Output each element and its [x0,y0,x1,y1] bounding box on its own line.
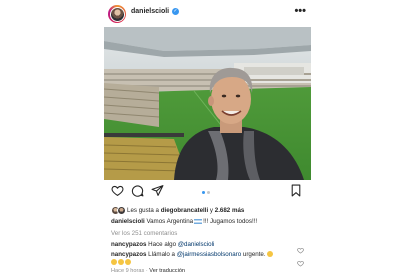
laughing-emoji-icon [118,259,124,265]
laughing-emoji-icon [111,259,117,265]
stadium-selfie-image [104,27,311,180]
post-photo[interactable] [104,27,311,180]
verified-badge-icon: ✓ [172,8,179,15]
caption-username[interactable]: danielscioli [111,218,145,225]
likes-prefix: Les gusta a [127,207,159,214]
caption: danielscioli Vamos Argentina !!! Jugamos … [111,218,257,225]
view-comments-link[interactable]: Ver los 251 comentarios [111,230,177,237]
carousel-dot-active[interactable] [202,191,205,194]
caption-text: Vamos Argentina [146,218,194,225]
comment-mention[interactable]: @jairmessiasbolsonaro [177,251,241,258]
liker-avatar[interactable] [117,206,126,215]
comment-icon[interactable] [131,184,145,198]
instagram-post: danielscioli ✓ ••• Les gusta a diegobran… [104,0,311,280]
comment: nancypazos Hace algo @danielscioli [111,241,214,248]
comment: nancypazos Llámalo a @jairmessiasbolsona… [111,251,273,258]
laughing-emoji-icon [125,259,131,265]
timestamp: Hace 9 horas [111,268,145,274]
likes-count[interactable]: 2.682 más [215,207,245,214]
carousel-indicator [202,191,214,195]
laughing-emoji-icon [266,251,273,257]
likes-row: Les gusta a diegobrancatelli y 2.682 más [111,206,311,216]
argentina-flag-icon [194,218,203,224]
post-footer: Hace 9 horas · Ver traducción [111,268,185,274]
profile-avatar[interactable] [108,5,126,23]
post-header: danielscioli ✓ ••• [104,4,311,24]
separator: · [145,268,148,274]
more-options-icon[interactable]: ••• [294,5,306,17]
comment-like-heart-icon[interactable] [297,241,304,254]
comment-text: Hace algo [148,241,177,248]
post-username[interactable]: danielscioli [131,8,169,15]
translation-link[interactable]: Ver traducción [149,268,185,274]
likes-user[interactable]: diegobrancatelli [161,207,208,214]
comment-username[interactable]: nancypazos [111,241,146,248]
caption-text-end: !!! Jugamos todos!!! [203,218,258,225]
comment-text: Llámalo a [148,251,175,258]
heart-icon[interactable] [111,184,125,198]
share-icon[interactable] [151,184,165,198]
comment-emoji-row [111,259,132,266]
comment-mention[interactable]: @danielscioli [178,241,215,248]
likes-connector: y [209,207,214,214]
comment-like-heart-icon[interactable] [297,254,304,267]
comment-username[interactable]: nancypazos [111,251,146,258]
avatar-image [109,6,125,22]
comment-text-end: urgente. [242,251,266,258]
bookmark-icon[interactable] [290,184,304,198]
carousel-dot[interactable] [207,191,210,194]
action-bar [104,184,311,200]
likes-text: Les gusta a diegobrancatelli y 2.682 más [127,207,244,214]
